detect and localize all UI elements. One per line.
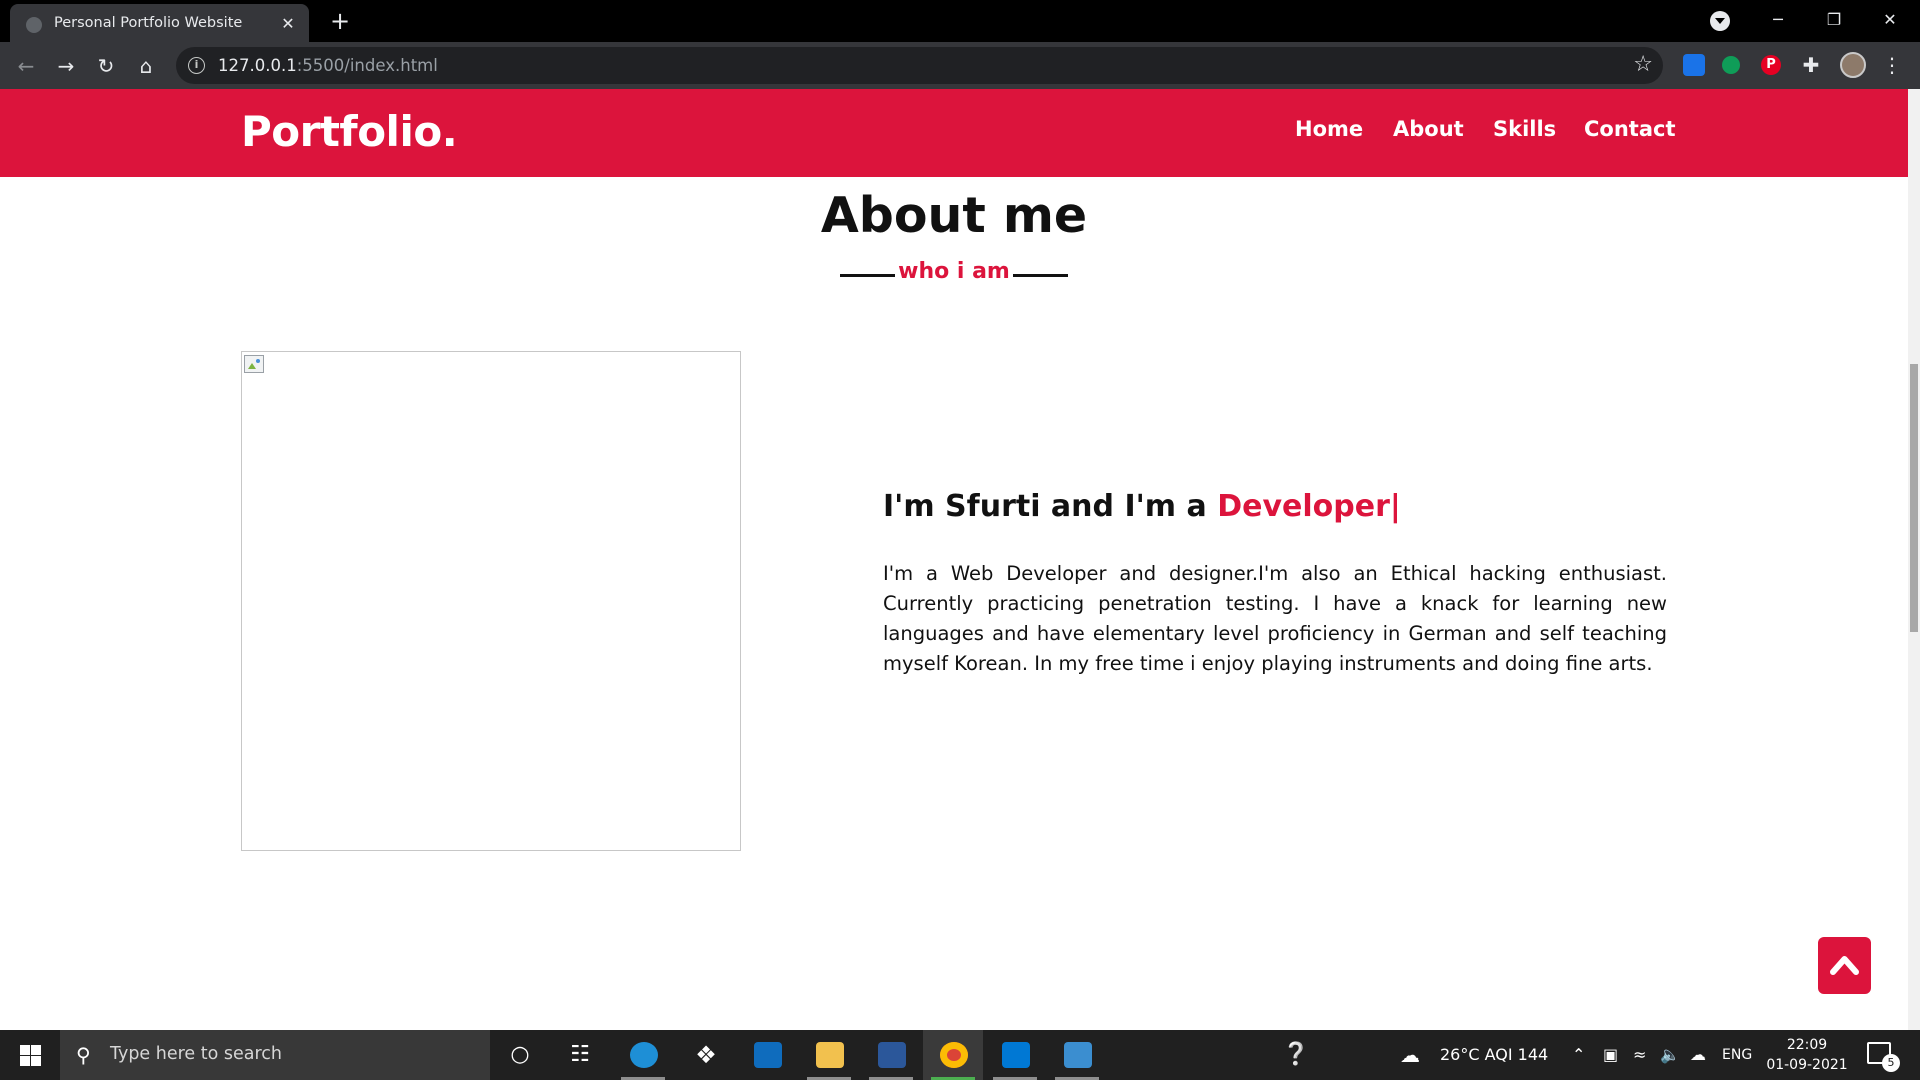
new-tab-button[interactable]: + (326, 7, 354, 35)
site-logo[interactable]: Portfolio. (241, 107, 458, 156)
nav-link-contact[interactable]: Contact (1584, 117, 1676, 141)
chevron-up-icon (1830, 956, 1859, 975)
notification-count-badge: 5 (1882, 1054, 1900, 1072)
home-icon[interactable]: ⌂ (130, 50, 162, 82)
scroll-to-top-button[interactable] (1818, 937, 1871, 994)
section-subtitle: who i am (840, 257, 1068, 289)
restore-button[interactable]: ❐ (1806, 4, 1862, 36)
vscode-icon[interactable] (985, 1030, 1045, 1080)
taskbar-clock[interactable]: 22:09 01-09-2021 (1765, 1035, 1849, 1075)
green-dot-extension-icon[interactable] (1722, 56, 1740, 74)
tab-title: Personal Portfolio Website (54, 15, 243, 31)
chevron-up-tray-icon[interactable]: ⌃ (1572, 1030, 1585, 1080)
heading-prefix: I'm Sfurti and I'm a (883, 489, 1218, 524)
page-scrollbar[interactable] (1908, 89, 1920, 1030)
clock-time: 22:09 (1786, 1037, 1828, 1053)
file-explorer-icon[interactable] (799, 1030, 859, 1080)
profile-image (241, 351, 741, 851)
site-info-icon[interactable]: i (188, 57, 205, 74)
mail-icon[interactable] (737, 1030, 797, 1080)
bookmark-star-icon[interactable]: ☆ (1633, 52, 1653, 78)
search-icon: ⚲ (76, 1043, 91, 1067)
globe-icon (26, 17, 42, 33)
help-icon[interactable]: ❔ (1282, 1030, 1309, 1080)
about-paragraph: I'm a Web Developer and designer.I'm als… (883, 562, 1667, 675)
volume-icon[interactable]: 🔈 (1660, 1030, 1680, 1080)
profile-avatar[interactable] (1840, 52, 1866, 78)
chrome-icon[interactable] (923, 1030, 983, 1080)
browser-toolbar: ← → ↻ ⌂ i 127.0.0.1:5500/index.html ☆ P … (0, 42, 1920, 89)
cortana-icon[interactable]: ○ (490, 1030, 550, 1080)
broken-image-icon (244, 355, 264, 373)
extensions-puzzle-icon[interactable]: ✚ (1800, 54, 1822, 76)
nav-link-about[interactable]: About (1393, 117, 1464, 141)
pinterest-icon[interactable]: P (1761, 55, 1781, 75)
word-icon[interactable] (861, 1030, 921, 1080)
edge-icon[interactable] (613, 1030, 673, 1080)
tab-manager-icon[interactable] (1683, 54, 1705, 76)
nav-link-skills[interactable]: Skills (1493, 117, 1556, 141)
weather-cloud-icon[interactable]: ☁ (1400, 1030, 1420, 1080)
taskbar-search-input[interactable]: ⚲ Type here to search (60, 1030, 490, 1080)
browser-tab[interactable]: Personal Portfolio Website ✕ (10, 4, 309, 42)
clock-date: 01-09-2021 (1766, 1057, 1848, 1073)
tab-search-icon[interactable] (1710, 11, 1730, 31)
back-arrow-icon[interactable]: ← (10, 50, 42, 82)
task-view-icon[interactable]: ☷ (550, 1030, 610, 1080)
url-text[interactable]: 127.0.0.1:5500/index.html (218, 56, 438, 75)
weather-status[interactable]: 26°C AQI 144 (1440, 1030, 1548, 1080)
language-indicator[interactable]: ENG (1722, 1030, 1752, 1080)
dropbox-icon[interactable]: ❖ (675, 1030, 735, 1080)
page-viewport: Portfolio. Home About Skills Contact Abo… (0, 89, 1908, 1030)
windows-taskbar: ⚲ Type here to search ○ ☷ ❖ ❔ ☁ 26°C AQI… (0, 1030, 1920, 1080)
device-icon[interactable]: ▣ (1603, 1030, 1618, 1080)
nav-link-home[interactable]: Home (1295, 117, 1363, 141)
address-bar[interactable]: i 127.0.0.1:5500/index.html ☆ (176, 47, 1663, 84)
photos-icon[interactable] (1047, 1030, 1107, 1080)
about-heading: I'm Sfurti and I'm a Developer| (883, 489, 1401, 524)
section-title: About me (820, 187, 1088, 244)
site-navbar: Portfolio. Home About Skills Contact (0, 89, 1908, 177)
reload-icon[interactable]: ↻ (90, 50, 122, 82)
browser-tab-strip: Personal Portfolio Website ✕ + ─ ❐ ✕ (0, 0, 1920, 42)
onedrive-cloud-icon[interactable]: ☁ (1690, 1030, 1706, 1080)
forward-arrow-icon[interactable]: → (50, 50, 82, 82)
subtitle-text: who i am (898, 259, 1010, 284)
close-window-button[interactable]: ✕ (1862, 4, 1918, 36)
wifi-icon[interactable]: ≈ (1633, 1030, 1646, 1080)
scrollbar-thumb[interactable] (1910, 364, 1918, 632)
search-placeholder: Type here to search (110, 1044, 283, 1064)
tab-close-icon[interactable]: ✕ (279, 15, 297, 33)
windows-start-icon[interactable] (20, 1045, 41, 1066)
browser-menu-icon[interactable]: ⋮ (1882, 52, 1902, 78)
subtitle-line-right (1013, 274, 1068, 277)
minimize-button[interactable]: ─ (1750, 4, 1806, 36)
typed-role: Developer| (1217, 489, 1401, 524)
